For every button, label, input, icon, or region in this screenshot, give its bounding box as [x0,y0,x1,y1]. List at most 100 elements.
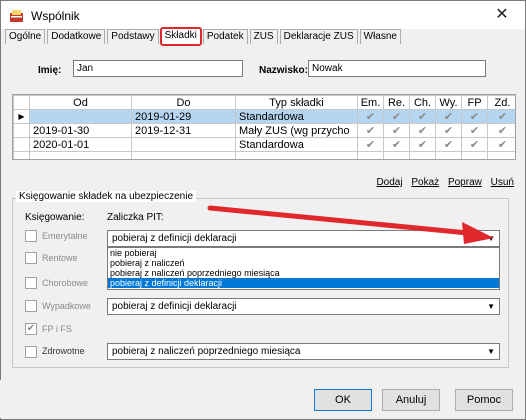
table-row[interactable]: 2020-01-01 Standardowa ✔ ✔ ✔ ✔ ✔ ✔ [13,137,515,152]
first-name-label: Imię: [38,65,62,76]
tab-zus[interactable]: ZUS [249,29,278,44]
col-ch[interactable]: Ch. [409,95,436,110]
grid-corner [13,95,30,110]
table-row[interactable]: 2019-01-30 2019-12-31 Mały ZUS (wg przyc… [13,123,515,138]
check-icon[interactable]: ✔ [357,137,384,152]
posting-column-label: Księgowanie: [25,212,85,223]
check-icon[interactable]: ✔ [487,109,515,124]
cell-od[interactable]: 2020-01-01 [29,137,132,152]
col-do[interactable]: Do [131,95,236,110]
rentowe-checkbox[interactable] [25,252,37,264]
col-fp[interactable]: FP [461,95,488,110]
last-name-label: Nazwisko: [259,65,308,76]
zdrowotne-label: Zdrowotne [42,346,85,356]
check-icon[interactable]: ✔ [435,123,462,138]
zdrowotne-checkbox[interactable] [25,346,37,358]
table-row[interactable]: ▶ 2019-01-29 Standardowa ✔ ✔ ✔ ✔ ✔ ✔ [13,109,515,124]
fpifs-checkbox[interactable]: ✔ [25,323,37,335]
wypadkowe-label: Wypadkowe [42,301,91,311]
zdrowotne-pit-combo[interactable]: pobieraj z naliczeń poprzedniego miesiąc… [107,343,500,360]
wypadkowe-pit-value: pobieraj z definicji deklaracji [112,301,237,312]
col-em[interactable]: Em. [357,95,384,110]
col-od[interactable]: Od [29,95,132,110]
check-icon[interactable]: ✔ [461,109,488,124]
tab-podstawy[interactable]: Podstawy [107,29,159,44]
check-icon[interactable]: ✔ [383,123,410,138]
delete-link[interactable]: Usuń [491,177,514,188]
chevron-down-icon[interactable]: ▼ [487,299,495,314]
help-button[interactable]: Pomoc [455,389,513,411]
emerytalne-pit-combo[interactable]: pobieraj z definicji deklaracji ▼ [107,230,500,247]
check-icon[interactable]: ✔ [435,109,462,124]
col-wy[interactable]: Wy. [435,95,462,110]
check-icon[interactable]: ✔ [461,137,488,152]
table-row-empty[interactable] [13,151,515,159]
check-icon[interactable]: ✔ [435,137,462,152]
insurance-group-title: Księgowanie składek na ubezpieczenie [16,191,197,202]
dropdown-option[interactable]: pobieraj z naliczeń poprzedniego miesiąc… [108,268,499,278]
grid-actions: Dodaj Pokaż Popraw Usuń [370,177,514,188]
tab-podatek[interactable]: Podatek [202,29,248,44]
contributions-grid: Od Do Typ składki Em. Re. Ch. Wy. FP Zd.… [12,94,516,160]
fpifs-label: FP i FS [42,324,72,334]
tab-wlasne[interactable]: Własne [359,29,401,44]
first-name-field[interactable]: Jan [73,60,243,77]
dropdown-option-selected[interactable]: pobieraj z definicji deklaracji [108,278,499,288]
col-re[interactable]: Re. [383,95,410,110]
row-indicator-empty [13,137,30,152]
dropdown-option[interactable]: pobieraj z naliczeń [108,258,499,268]
tab-dodatkowe[interactable]: Dodatkowe [47,29,106,44]
tab-bar: Ogólne Dodatkowe Podstawy Składki Podate… [5,27,403,46]
title-bar: Wspólnik ✕ [1,1,525,29]
emerytalne-checkbox[interactable] [25,230,37,242]
edit-link[interactable]: Popraw [448,177,482,188]
wypadkowe-checkbox[interactable] [25,300,37,312]
check-icon[interactable]: ✔ [409,123,436,138]
cell-typ[interactable]: Standardowa [235,137,358,152]
cell-do[interactable] [131,137,236,152]
check-icon[interactable]: ✔ [461,123,488,138]
check-icon[interactable]: ✔ [357,123,384,138]
grid-header: Od Do Typ składki Em. Re. Ch. Wy. FP Zd. [13,95,515,110]
check-icon[interactable]: ✔ [487,123,515,138]
cancel-button[interactable]: Anuluj [382,389,440,411]
check-icon[interactable]: ✔ [487,137,515,152]
tab-ogolne[interactable]: Ogólne [5,29,46,44]
emerytalne-pit-value: pobieraj z definicji deklaracji [112,233,237,244]
cell-typ[interactable]: Standardowa [235,109,358,124]
col-zd[interactable]: Zd. [487,95,515,110]
row-indicator-empty [13,123,30,138]
pit-dropdown-list[interactable]: nie pobieraj pobieraj z naliczeń pobiera… [107,247,500,290]
ok-button[interactable]: OK [314,389,372,411]
cell-typ[interactable]: Mały ZUS (wg przycho [235,123,358,138]
cell-do[interactable]: 2019-01-29 [131,109,236,124]
rentowe-label: Rentowe [42,253,78,263]
check-icon[interactable]: ✔ [383,137,410,152]
check-icon[interactable]: ✔ [357,109,384,124]
tab-skladki[interactable]: Składki [159,27,202,46]
partner-icon [10,10,23,22]
zdrowotne-pit-value: pobieraj z naliczeń poprzedniego miesiąc… [112,346,301,357]
chorobowe-checkbox[interactable] [25,277,37,289]
pit-column-label: Zaliczka PIT: [107,212,164,223]
emerytalne-label: Emerytalne [42,231,88,241]
cell-od[interactable]: 2019-01-30 [29,123,132,138]
tab-deklaracje-zus[interactable]: Deklaracje ZUS [279,29,358,44]
close-icon[interactable]: ✕ [489,5,515,25]
check-icon[interactable]: ✔ [409,137,436,152]
check-icon[interactable]: ✔ [409,109,436,124]
wypadkowe-pit-combo[interactable]: pobieraj z definicji deklaracji ▼ [107,298,500,315]
show-link[interactable]: Pokaż [411,177,439,188]
add-link[interactable]: Dodaj [376,177,402,188]
cell-od[interactable] [29,109,132,124]
last-name-field[interactable]: Nowak [308,60,486,77]
chevron-down-icon[interactable]: ▼ [487,231,495,246]
cell-do[interactable]: 2019-12-31 [131,123,236,138]
dialog-footer: OK Anuluj Pomoc [0,380,524,418]
chevron-down-icon[interactable]: ▼ [487,344,495,359]
check-icon[interactable]: ✔ [383,109,410,124]
check-icon: ✔ [26,323,36,334]
col-typ[interactable]: Typ składki [235,95,358,110]
dropdown-option[interactable]: nie pobieraj [108,248,499,258]
row-indicator-icon: ▶ [13,109,30,124]
